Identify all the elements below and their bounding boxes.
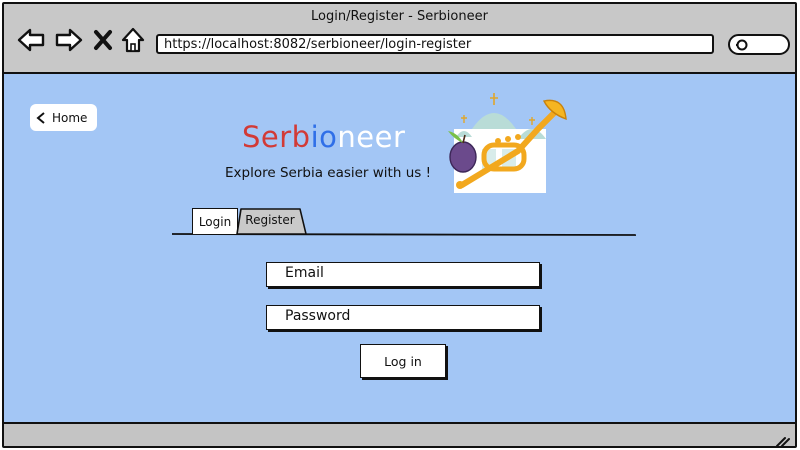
home-icon[interactable] xyxy=(120,26,146,54)
serbia-logo-illustration xyxy=(448,93,567,193)
brand-logo-text: Serbioneer xyxy=(242,120,405,154)
login-button-label: Log in xyxy=(384,353,422,369)
home-button-label: Home xyxy=(52,110,88,125)
resize-grip-icon[interactable] xyxy=(775,434,791,448)
brand-part-red: Serb xyxy=(242,120,311,154)
home-button[interactable]: Home xyxy=(30,104,97,131)
browser-statusbar xyxy=(4,424,795,448)
chevron-left-icon xyxy=(36,111,45,124)
forward-icon[interactable] xyxy=(54,26,84,54)
password-placeholder: Password xyxy=(285,308,351,324)
browser-titlebar: Login/Register - Serbioneer https://loca… xyxy=(4,4,795,74)
email-placeholder: Email xyxy=(285,265,324,281)
tab-login-label: Login xyxy=(198,214,232,229)
address-bar[interactable]: https://localhost:8082/serbioneer/login-… xyxy=(156,34,714,54)
stop-icon[interactable] xyxy=(92,26,114,54)
tagline: Explore Serbia easier with us ! xyxy=(225,165,431,181)
brand-part-blue: io xyxy=(310,120,338,154)
brand-part-white: neer xyxy=(337,120,406,154)
login-button[interactable]: Log in xyxy=(360,344,446,378)
browser-window: Login/Register - Serbioneer https://loca… xyxy=(2,2,797,448)
browser-search-box[interactable] xyxy=(728,34,790,55)
password-field[interactable]: Password xyxy=(266,305,540,330)
tab-register[interactable]: Register xyxy=(236,207,304,233)
search-icon xyxy=(736,39,748,51)
email-field[interactable]: Email xyxy=(266,262,540,287)
page-content: Home Serbioneer Explore Serbia easier wi… xyxy=(4,74,795,424)
window-title: Login/Register - Serbioneer xyxy=(311,9,488,24)
back-icon[interactable] xyxy=(16,26,46,54)
tab-register-label: Register xyxy=(245,213,295,227)
tab-login[interactable]: Login xyxy=(192,208,238,234)
